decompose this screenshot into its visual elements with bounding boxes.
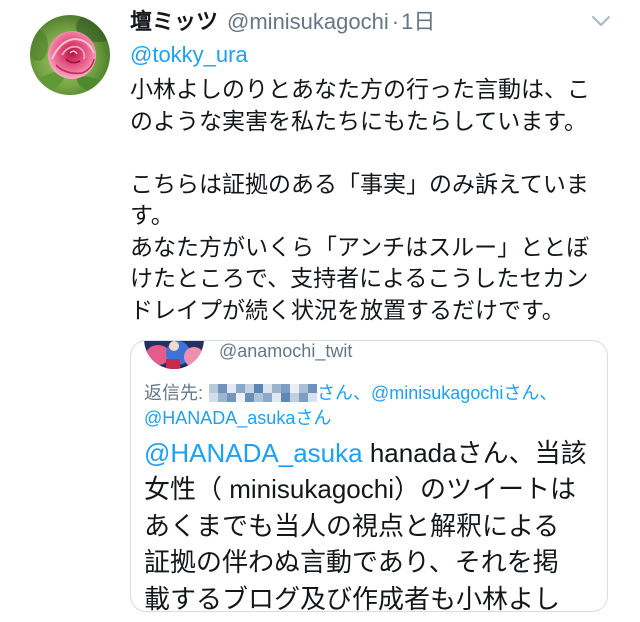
tweet-text-line: す。 (130, 202, 174, 228)
tweet-text-line: こちらは証拠のある「事実」のみ訴えていま (130, 170, 589, 197)
embedded-handle: @anamochi_twit (219, 341, 353, 361)
embedded-text-line: 女性（ minisukagochi）のツイートは (144, 474, 576, 504)
tweet-text-line: ドレイプが続く状況を放置するだけです。 (130, 296, 565, 323)
rose-avatar-icon (30, 15, 110, 95)
embedded-tweet-text: @HANADA_asuka hanadaさん、当該 女性（ minisukago… (144, 435, 604, 612)
embedded-text-line: あくまでも当人の視点と解釈による (144, 510, 560, 541)
tweet-text-line: あなた方がいくら「アンチはスルー」ととぼ (130, 233, 590, 260)
tweet-text-line: のような実害を私たちにもたらしています。 (130, 107, 588, 134)
chevron-down-icon[interactable] (591, 14, 611, 28)
author-avatar[interactable] (30, 15, 110, 95)
tweet: 壇ミッツ @minisukagochi ·1日 @tokky_ura 小林よしのりと… (0, 0, 640, 622)
tweet-timestamp[interactable]: 1日 (401, 9, 435, 34)
embedded-mention: @HANADA_asuka (144, 437, 363, 468)
redacted-handle-mosaic (209, 384, 318, 402)
embedded-text-line: 載するブログ及び作成者も小林よし (144, 583, 561, 612)
header-separator: · (391, 9, 400, 34)
tweet-text: 小林よしのりとあなた方の行った言動は、こ のような実害を私たちにもたらしています… (130, 74, 635, 326)
embedded-text-line: @HANADA_asuka hanadaさん、当該 (144, 435, 604, 472)
mosaic-blur-icon (209, 384, 318, 402)
tweet-header: 壇ミッツ @minisukagochi ·1日 (130, 7, 435, 37)
reply-mentions: @HANADA_asukaさん (144, 408, 332, 428)
tweet-text-line: けたところで、支持者によるこうしたセカン (130, 265, 589, 291)
reply-context-line: 返信先: さん、@minisukagochiさん、 (144, 381, 604, 406)
attached-image[interactable]: @anamochi_twit 返信先: さん、@minisukagochiさん、… (130, 340, 608, 612)
embedded-text-segment: hanadaさん、当該 (362, 437, 587, 468)
reply-context-line: @HANADA_asukaさん (144, 406, 604, 431)
reply-to-mention[interactable]: @tokky_ura (130, 40, 248, 70)
tweet-paragraph: こちらは証拠のある「事実」のみ訴えていま す。 あなた方がいくら「アンチはスルー… (130, 169, 635, 327)
author-handle[interactable]: @minisukagochi (227, 9, 389, 34)
embedded-reply-context: 返信先: さん、@minisukagochiさん、 @HANADA_asukaさ… (144, 381, 604, 431)
reply-label: 返信先: (144, 383, 204, 403)
embedded-avatar-image (144, 341, 204, 369)
author-display-name[interactable]: 壇ミッツ (130, 9, 218, 34)
chevron-down-glyph (592, 16, 610, 26)
tweet-text-line: 小林よしのりとあなた方の行った言動は、こ (130, 76, 590, 102)
tweet-paragraph: 小林よしのりとあなた方の行った言動は、こ のような実害を私たちにもたらしています… (130, 74, 635, 137)
reply-mentions: さん、@minisukagochiさん、 (317, 383, 558, 403)
embedded-avatar (144, 341, 204, 369)
embedded-text-line: 証拠の伴わぬ言動であり、それを掲 (144, 547, 559, 577)
